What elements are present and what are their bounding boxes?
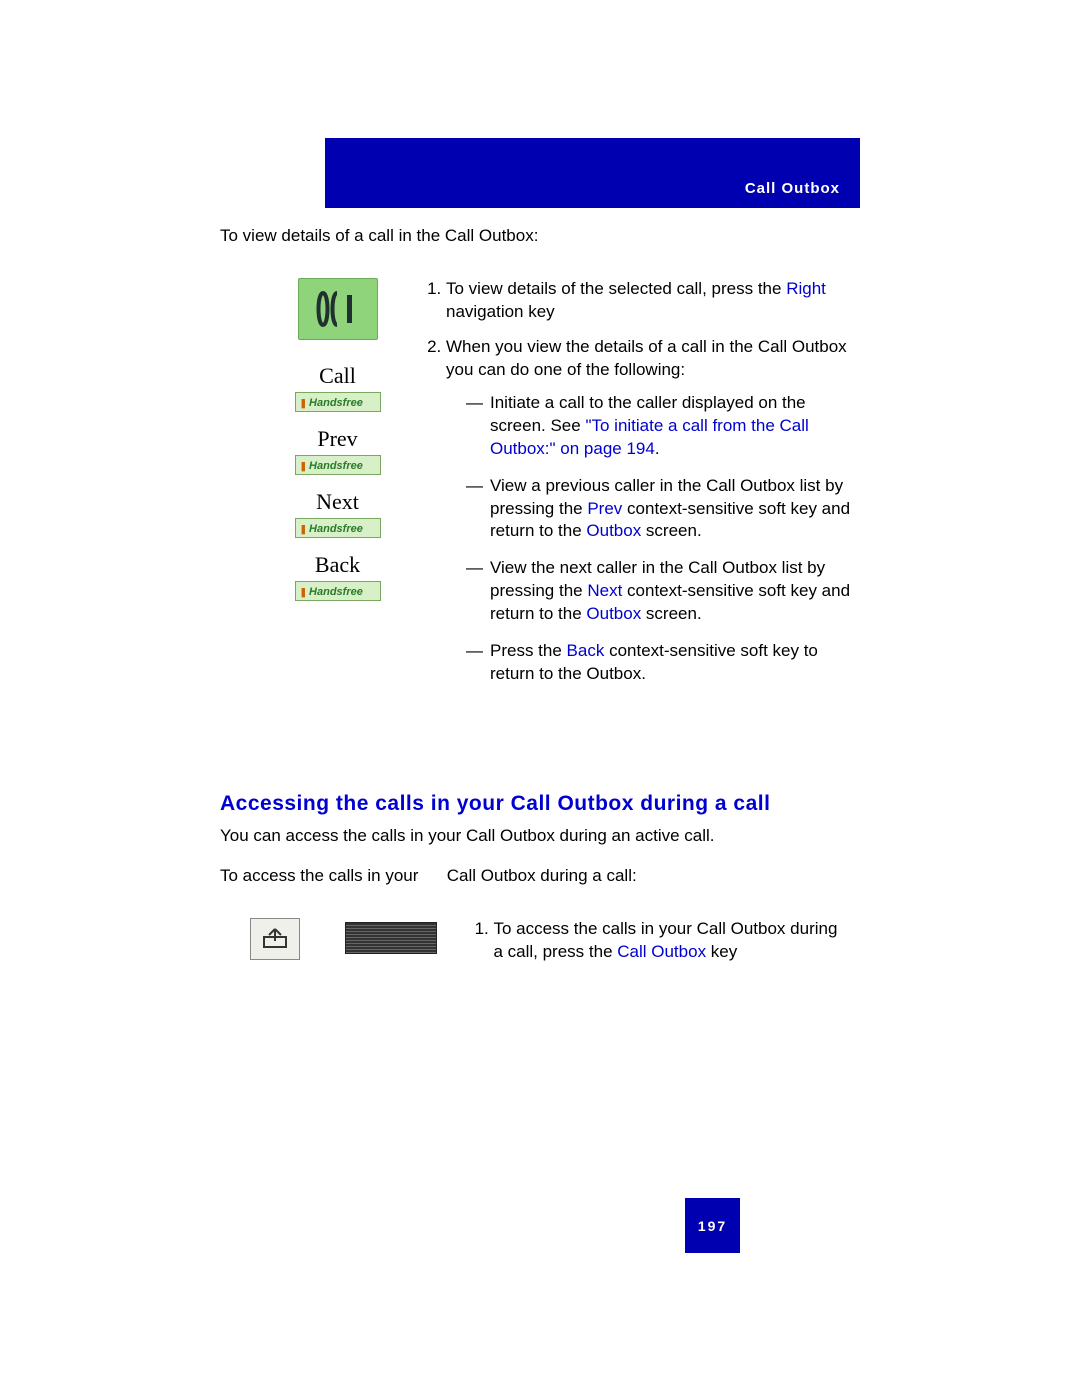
text: .	[655, 439, 660, 458]
list-item: View a previous caller in the Call Outbo…	[466, 475, 860, 544]
softkey-next: Next Handsfree	[290, 489, 385, 538]
intro-text: To view details of a call in the Call Ou…	[220, 226, 538, 246]
header-bar: Call Outbox	[325, 138, 860, 208]
list-item: Initiate a call to the caller displayed …	[466, 392, 860, 461]
handsfree-button[interactable]: Handsfree	[295, 518, 381, 538]
softkey-prev: Prev Handsfree	[290, 426, 385, 475]
dash-list: Initiate a call to the caller displayed …	[446, 392, 860, 686]
section-heading: Accessing the calls in your Call Outbox …	[220, 792, 770, 816]
softkey-label: Call	[290, 363, 385, 389]
hardware-key-icon	[345, 922, 437, 954]
list-item: To access the calls in your Call Outbox …	[493, 918, 837, 964]
section-paragraph: To access the calls in your Call Outbox …	[220, 866, 637, 886]
handsfree-button[interactable]: Handsfree	[295, 455, 381, 475]
call-outbox-icon	[250, 918, 300, 960]
right-navigation-key-icon	[298, 278, 378, 340]
handsfree-button[interactable]: Handsfree	[295, 581, 381, 601]
text: navigation key	[446, 302, 555, 321]
list-item: Press the Back context-sensitive soft ke…	[466, 640, 860, 686]
inline-link[interactable]: Outbox	[586, 521, 641, 540]
header-title: Call Outbox	[745, 180, 840, 197]
list-item: When you view the details of a call in t…	[446, 336, 860, 686]
instruction-row: To access the calls in your Call Outbox …	[250, 918, 860, 964]
list-item: To view details of the selected call, pr…	[446, 278, 860, 324]
list-item: View the next caller in the Call Outbox …	[466, 557, 860, 626]
softkey-label: Next	[290, 489, 385, 515]
page-number: 197	[685, 1198, 740, 1253]
inline-link[interactable]: Next	[587, 581, 622, 600]
instruction-text: To access the calls in your Call Outbox …	[467, 918, 837, 964]
document-page: Call Outbox To view details of a call in…	[0, 0, 1080, 1397]
instruction-column: To view details of the selected call, pr…	[420, 278, 860, 700]
section-paragraph: You can access the calls in your Call Ou…	[220, 826, 715, 846]
softkey-call: Call Handsfree	[290, 363, 385, 412]
text: To view details of the selected call, pr…	[446, 279, 786, 298]
softkey-label: Prev	[290, 426, 385, 452]
inline-link[interactable]: Prev	[587, 499, 622, 518]
softkey-back: Back Handsfree	[290, 552, 385, 601]
text: screen.	[641, 521, 701, 540]
instruction-list: To view details of the selected call, pr…	[420, 278, 860, 686]
softkey-column: Call Handsfree Prev Handsfree Next Hands…	[290, 278, 385, 615]
text: screen.	[641, 604, 701, 623]
inline-link[interactable]: Outbox	[586, 604, 641, 623]
inline-link[interactable]: Right	[786, 279, 826, 298]
softkey-label: Back	[290, 552, 385, 578]
text: Press the	[490, 641, 567, 660]
text: When you view the details of a call in t…	[446, 337, 847, 379]
text: key	[706, 942, 737, 961]
inline-link[interactable]: Back	[567, 641, 605, 660]
inline-link[interactable]: Call Outbox	[617, 942, 706, 961]
handsfree-button[interactable]: Handsfree	[295, 392, 381, 412]
